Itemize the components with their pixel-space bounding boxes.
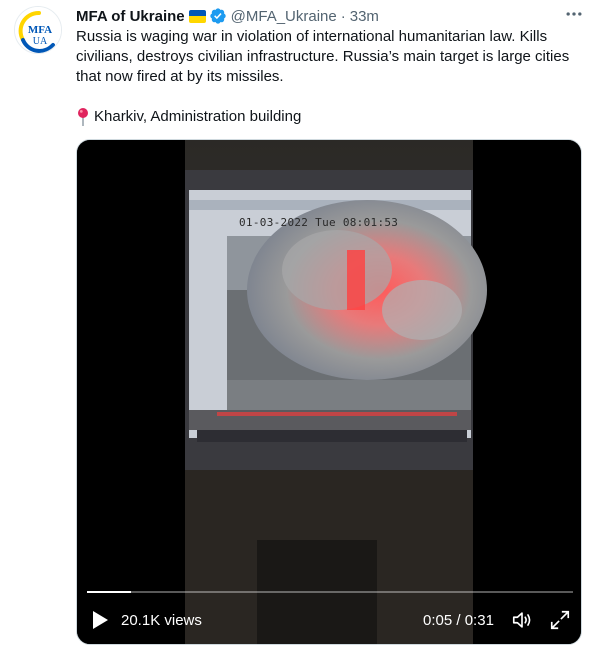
elapsed-time: 0:05 <box>423 612 453 629</box>
ukraine-flag-icon <box>188 9 206 23</box>
total-time: 0:31 <box>464 612 494 629</box>
mfa-logo: MFA UA <box>15 7 61 53</box>
avatar[interactable]: MFA UA <box>14 6 62 54</box>
tweet-text: Russia is waging war in violation of int… <box>76 27 586 87</box>
video-progress-fill <box>87 591 131 593</box>
round-pushpin-icon <box>78 108 88 126</box>
user-handle[interactable]: @MFA_Ukraine <box>231 8 337 25</box>
separator-dot: · <box>340 7 346 25</box>
more-dots-icon[interactable] <box>562 4 586 24</box>
view-count: 20.1K views <box>121 612 202 629</box>
svg-text:UA: UA <box>33 36 48 47</box>
tweet-location: Kharkiv, Administration building <box>76 107 301 127</box>
timestamp[interactable]: 33m <box>350 8 379 25</box>
video-player[interactable]: 01-03-2022 Tue 08:01:53 20.1K views 0:05… <box>76 139 582 645</box>
time-separator: / <box>456 612 461 629</box>
cctv-timestamp: 01-03-2022 Tue 08:01:53 <box>239 216 399 229</box>
volume-icon[interactable] <box>511 609 533 631</box>
svg-text:MFA: MFA <box>28 24 52 36</box>
location-text: Kharkiv, Administration building <box>94 108 302 125</box>
display-name[interactable]: MFA of Ukraine <box>76 8 185 25</box>
video-duration: 0:05 / 0:31 <box>423 612 494 630</box>
play-icon[interactable] <box>91 610 109 630</box>
tweet-body: Russia is waging war in violation of int… <box>76 28 570 85</box>
video-controls: 20.1K views 0:05 / 0:31 <box>77 602 581 642</box>
fullscreen-icon[interactable] <box>549 609 571 631</box>
tweet[interactable]: MFA UA MFA of Ukraine @MFA_Ukraine · 33m… <box>0 0 600 655</box>
video-progress-bar[interactable] <box>87 591 573 593</box>
tweet-header: MFA of Ukraine @MFA_Ukraine · 33m <box>76 6 379 26</box>
verified-badge-icon <box>209 8 226 24</box>
